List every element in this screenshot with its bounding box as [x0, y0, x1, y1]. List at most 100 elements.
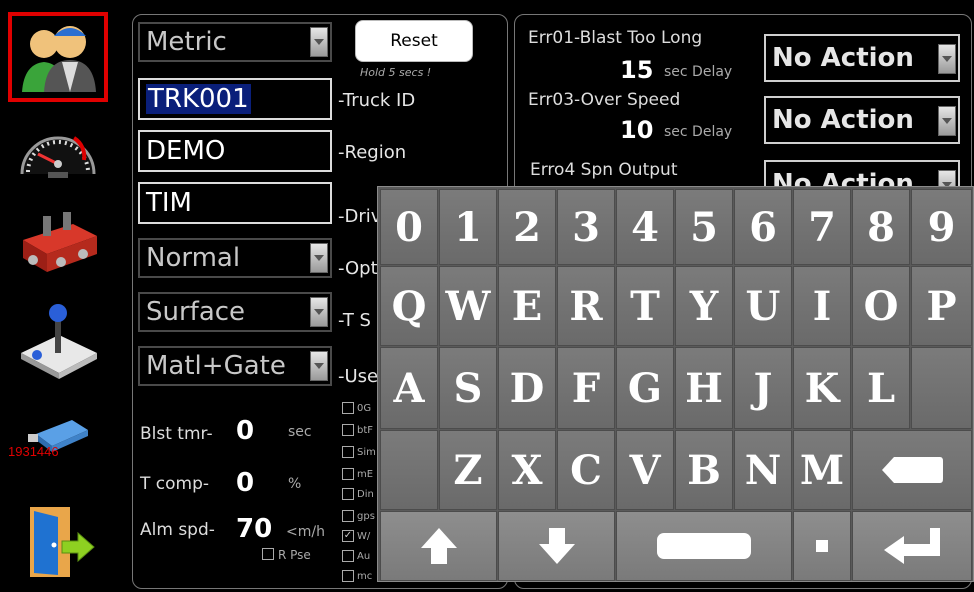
key-s[interactable]: S — [439, 347, 497, 429]
check-din[interactable] — [342, 488, 354, 500]
option-select[interactable]: Normal — [138, 238, 332, 278]
region-field[interactable]: DEMO — [138, 130, 332, 172]
blast-timer-value[interactable]: 0 — [236, 416, 254, 446]
speedometer-button[interactable] — [8, 104, 108, 194]
key-q[interactable]: Q — [380, 266, 438, 346]
check-label-w: W/ — [357, 531, 371, 542]
err03-delay-value[interactable]: 10 — [620, 116, 653, 144]
check-btf[interactable] — [342, 424, 354, 436]
t-comp-value[interactable]: 0 — [236, 468, 254, 498]
reset-button[interactable]: Reset — [355, 20, 473, 62]
key-v[interactable]: V — [616, 430, 674, 510]
key-b[interactable]: B — [675, 430, 733, 510]
key-9[interactable]: 9 — [911, 189, 972, 265]
speedometer-icon — [20, 136, 96, 178]
enter-key[interactable] — [852, 511, 972, 581]
key-w[interactable]: W — [439, 266, 497, 346]
truck-id-field[interactable]: TRK001 — [138, 78, 332, 120]
key-t[interactable]: T — [616, 266, 674, 346]
err01-delay-value[interactable]: 15 — [620, 56, 653, 84]
driver-field[interactable]: TIM — [138, 182, 332, 224]
key-u[interactable]: U — [734, 266, 792, 346]
chevron-down-icon[interactable] — [938, 106, 956, 136]
key-x[interactable]: X — [498, 430, 556, 510]
key-1[interactable]: 1 — [439, 189, 497, 265]
chevron-down-icon[interactable] — [310, 297, 328, 327]
key-6[interactable]: 6 — [734, 189, 792, 265]
check-label-btf: btF — [357, 425, 374, 436]
key-r[interactable]: R — [557, 266, 615, 346]
key-h[interactable]: H — [675, 347, 733, 429]
option-label: -Opt — [338, 258, 378, 279]
chevron-down-icon[interactable] — [310, 27, 328, 57]
err03-action-select[interactable]: No Action — [764, 96, 960, 144]
key-blank[interactable] — [911, 347, 972, 429]
key-8[interactable]: 8 — [852, 189, 910, 265]
region-value: DEMO — [146, 136, 226, 166]
check-sim[interactable] — [342, 446, 354, 458]
key-e[interactable]: E — [498, 266, 556, 346]
key-m[interactable]: M — [793, 430, 851, 510]
err01-action-select[interactable]: No Action — [764, 34, 960, 82]
units-value: Metric — [146, 27, 227, 57]
alarm-speed-value[interactable]: 70 — [236, 514, 272, 544]
key-blank-left[interactable] — [380, 430, 438, 510]
err03-action-value: No Action — [772, 105, 914, 135]
key-n[interactable]: N — [734, 430, 792, 510]
key-k[interactable]: K — [793, 347, 851, 429]
t-select-label: -T S — [338, 310, 371, 331]
chevron-down-icon[interactable] — [938, 44, 956, 74]
key-o[interactable]: O — [852, 266, 910, 346]
sidebar: 1931446 — [0, 0, 118, 592]
space-key[interactable] — [616, 511, 792, 581]
users-icon — [22, 26, 96, 92]
units-select[interactable]: Metric — [138, 22, 332, 62]
key-j[interactable]: J — [734, 347, 792, 429]
exit-button[interactable] — [8, 496, 108, 586]
usb-drive-button[interactable]: 1931446 — [8, 394, 108, 484]
shift-up-key[interactable] — [380, 511, 497, 581]
key-5[interactable]: 5 — [675, 189, 733, 265]
key-l[interactable]: L — [852, 347, 910, 429]
check-0g[interactable] — [342, 402, 354, 414]
usb-serial-label: 1931446 — [8, 444, 59, 459]
key-d[interactable]: D — [498, 347, 556, 429]
key-g[interactable]: G — [616, 347, 674, 429]
key-2[interactable]: 2 — [498, 189, 556, 265]
key-3[interactable]: 3 — [557, 189, 615, 265]
option-value: Normal — [146, 243, 241, 273]
key-p[interactable]: P — [911, 266, 972, 346]
check-mc[interactable] — [342, 570, 354, 582]
r-pse-checkbox[interactable] — [262, 548, 274, 560]
check-w[interactable]: ✓ — [342, 530, 354, 542]
err01-action-value: No Action — [772, 43, 914, 73]
check-au[interactable] — [342, 550, 354, 562]
shift-down-key[interactable] — [498, 511, 615, 581]
t-select[interactable]: Surface — [138, 292, 332, 332]
period-key[interactable] — [793, 511, 851, 581]
key-4[interactable]: 4 — [616, 189, 674, 265]
blast-timer-unit: sec — [288, 424, 312, 440]
key-f[interactable]: F — [557, 347, 615, 429]
key-z[interactable]: Z — [439, 430, 497, 510]
t-comp-unit: % — [288, 476, 302, 492]
check-me[interactable] — [342, 468, 354, 480]
key-c[interactable]: C — [557, 430, 615, 510]
check-gps[interactable] — [342, 510, 354, 522]
use-select[interactable]: Matl+Gate — [138, 346, 332, 386]
blast-timer-label: Blst tmr- — [140, 424, 213, 444]
valve-block-button[interactable] — [8, 200, 108, 290]
err03-label: Err03-Over Speed — [528, 90, 681, 110]
users-button[interactable] — [8, 12, 108, 102]
chevron-down-icon[interactable] — [310, 243, 328, 273]
valve-block-icon — [23, 212, 97, 272]
err01-label: Err01-Blast Too Long — [528, 28, 703, 48]
key-a[interactable]: A — [380, 347, 438, 429]
key-y[interactable]: Y — [675, 266, 733, 346]
key-7[interactable]: 7 — [793, 189, 851, 265]
backspace-key[interactable] — [852, 430, 972, 510]
chevron-down-icon[interactable] — [310, 351, 328, 381]
joystick-button[interactable] — [8, 296, 108, 386]
key-0[interactable]: 0 — [380, 189, 438, 265]
key-i[interactable]: I — [793, 266, 851, 346]
